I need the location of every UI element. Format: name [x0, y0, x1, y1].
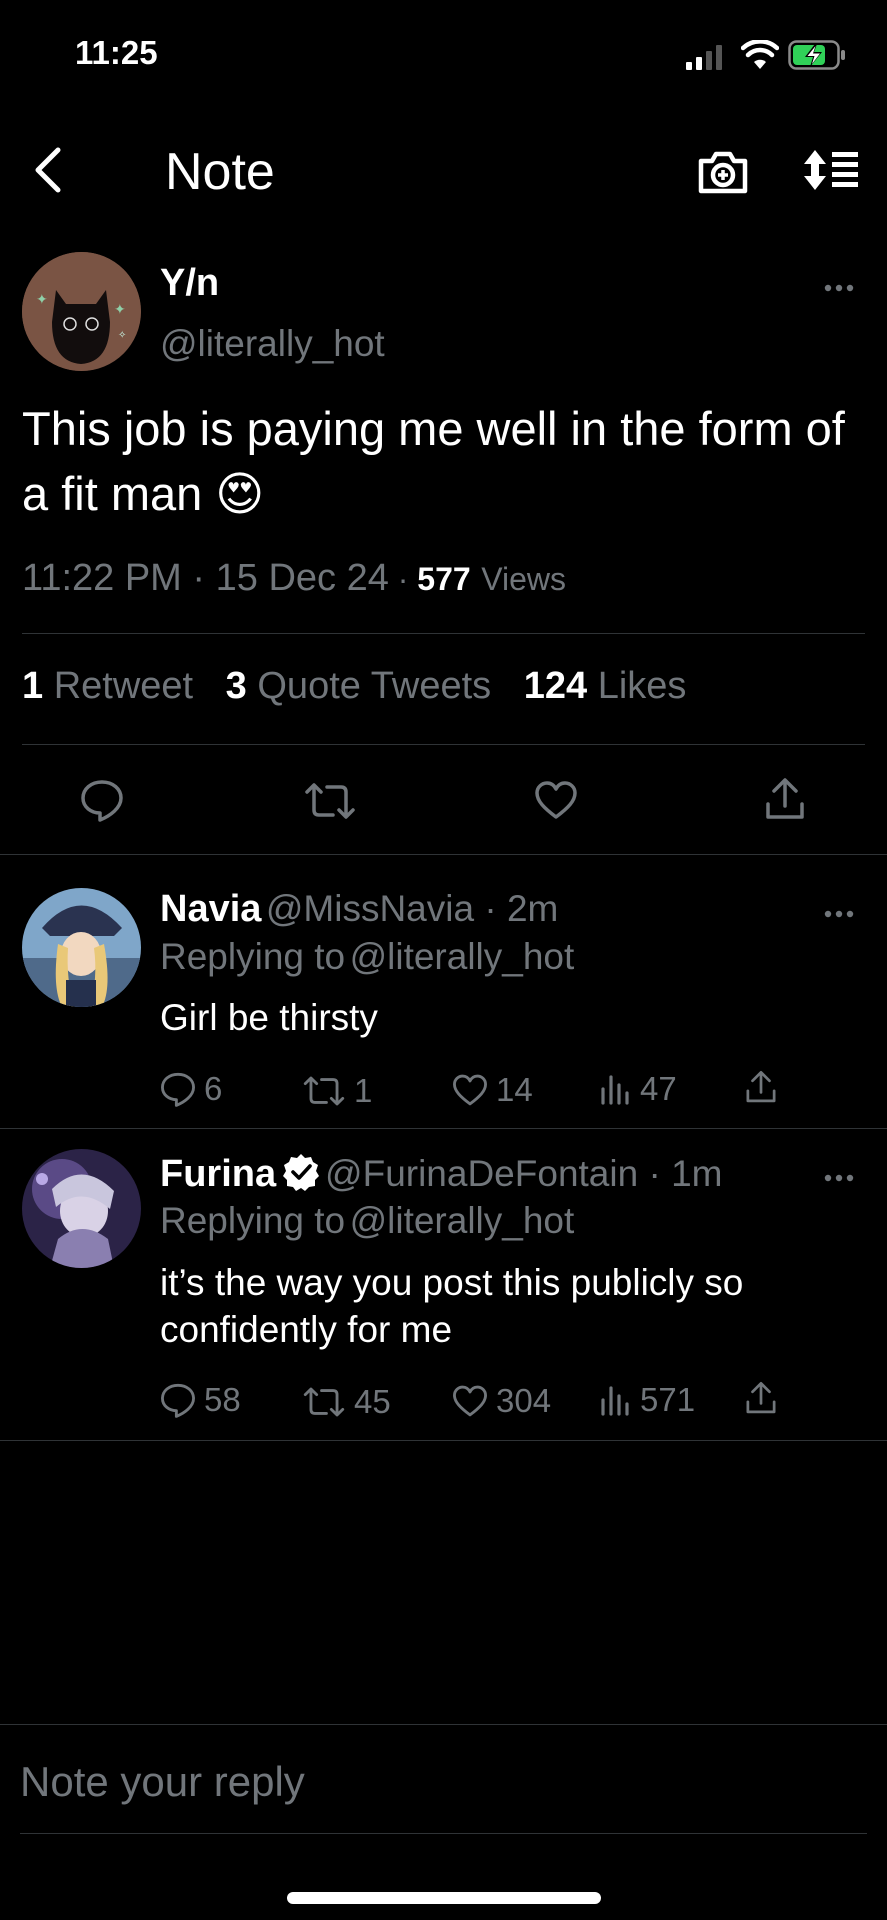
likes-stat[interactable]: 124 Likes	[524, 665, 687, 707]
reply-author-name[interactable]: Navia	[160, 888, 261, 930]
signal-icon	[686, 44, 724, 75]
author-name[interactable]: Y/n	[160, 262, 219, 305]
share-icon[interactable]	[763, 777, 807, 826]
views-icon	[601, 1075, 629, 1105]
retweet-icon[interactable]	[303, 782, 357, 825]
wifi-icon	[740, 39, 780, 75]
sort-icon[interactable]	[802, 148, 860, 197]
reply-like-action[interactable]: 304	[452, 1382, 551, 1420]
views-count: 577	[417, 561, 471, 597]
retweet-icon	[303, 1076, 345, 1106]
back-button[interactable]	[30, 145, 66, 200]
author-handle[interactable]: @literally_hot	[160, 323, 385, 365]
battery-icon	[788, 40, 846, 75]
tweet-text: This job is paying me well in the form o…	[22, 402, 845, 520]
share-icon	[746, 1381, 776, 1414]
quote-tweets-stat[interactable]: 3 Quote Tweets	[226, 665, 491, 707]
status-time: 11:25	[75, 34, 158, 71]
reply-text-line: confidently for me	[160, 1309, 453, 1350]
camera-plus-icon[interactable]	[697, 149, 749, 200]
reply-avatar[interactable]	[22, 1149, 141, 1268]
like-count: 304	[496, 1382, 552, 1419]
reply-retweet-action[interactable]: 1	[302, 1072, 372, 1110]
replying-to-line: Replying to @literally_hot	[160, 936, 574, 978]
reply-age: 1m	[671, 1153, 723, 1194]
like-icon	[453, 1074, 487, 1106]
retweet-icon	[303, 1387, 345, 1417]
verified-badge-icon	[281, 1152, 321, 1197]
views-label: Views	[481, 561, 567, 597]
views-count: 47	[640, 1070, 677, 1107]
home-indicator[interactable]	[287, 1892, 601, 1904]
reply-comment-action[interactable]: 6	[160, 1070, 222, 1108]
divider	[0, 854, 887, 855]
reply-text-line: it’s the way you post this publicly so	[160, 1262, 744, 1303]
views-count: 571	[640, 1381, 696, 1418]
reply-author-handle[interactable]: @MissNavia	[266, 888, 474, 929]
reply-header: Furina @FurinaDeFontain · 1m	[160, 1152, 723, 1197]
svg-text:✦: ✦	[36, 291, 48, 307]
retweet-count: 1	[354, 1072, 373, 1109]
reply-text: Girl be thirsty	[160, 997, 378, 1038]
replying-to-label: Replying to	[160, 1200, 346, 1241]
divider	[0, 1440, 887, 1441]
more-options-icon[interactable]	[824, 280, 854, 298]
reply-like-action[interactable]: 14	[452, 1071, 533, 1109]
replying-to-label: Replying to	[160, 936, 346, 977]
divider	[0, 1724, 887, 1725]
divider	[20, 1833, 867, 1834]
reply-share-action[interactable]	[744, 1381, 786, 1415]
share-icon	[746, 1070, 776, 1103]
reply-age: 2m	[506, 888, 559, 929]
like-icon[interactable]	[534, 780, 578, 825]
reply-icon	[161, 1072, 195, 1107]
reply-icon	[161, 1383, 195, 1418]
reply-share-action[interactable]	[744, 1070, 786, 1104]
reply-header: Navia @MissNavia · 2m	[160, 888, 559, 930]
reply-comment-action[interactable]: 58	[160, 1381, 241, 1419]
reply-avatar[interactable]	[22, 888, 141, 1007]
svg-text:✧: ✧	[118, 330, 126, 341]
views-icon	[601, 1386, 629, 1416]
author-avatar[interactable]: ✦ ✦ ✧	[22, 252, 141, 371]
divider	[0, 1128, 887, 1129]
divider	[22, 744, 865, 745]
replying-to-link[interactable]: @literally_hot	[350, 1200, 575, 1241]
comment-count: 58	[204, 1381, 241, 1418]
retweets-stat[interactable]: 1 Retweet	[22, 665, 193, 707]
page-title: Note	[165, 143, 275, 201]
tweet-stats: 1 Retweet 3 Quote Tweets 124 Likes	[22, 665, 686, 708]
tweet-time: 11:22 PM	[22, 557, 182, 599]
tweet-date: 15 Dec 24	[215, 557, 389, 599]
reply-input[interactable]: Note your reply	[20, 1758, 305, 1806]
replying-to-link[interactable]: @literally_hot	[350, 936, 575, 977]
reply-views-action[interactable]: 571	[600, 1381, 695, 1419]
reply-author-handle[interactable]: @FurinaDeFontain	[325, 1153, 638, 1194]
reply-author-name[interactable]: Furina	[160, 1153, 276, 1195]
retweet-count: 45	[354, 1383, 391, 1420]
replying-to-line: Replying to @literally_hot	[160, 1200, 574, 1242]
more-options-icon[interactable]	[824, 1170, 854, 1188]
divider	[22, 633, 865, 634]
reply-views-action[interactable]: 47	[600, 1070, 677, 1108]
like-count: 14	[496, 1071, 533, 1108]
svg-text:✦: ✦	[114, 301, 126, 317]
reply-icon[interactable]	[80, 778, 124, 827]
more-options-icon[interactable]	[824, 906, 854, 924]
tweet-meta: 11:22 PM · 15 Dec 24 · 577 Views	[22, 557, 567, 599]
comment-count: 6	[204, 1070, 223, 1107]
reply-retweet-action[interactable]: 45	[302, 1383, 391, 1421]
like-icon	[453, 1385, 487, 1417]
